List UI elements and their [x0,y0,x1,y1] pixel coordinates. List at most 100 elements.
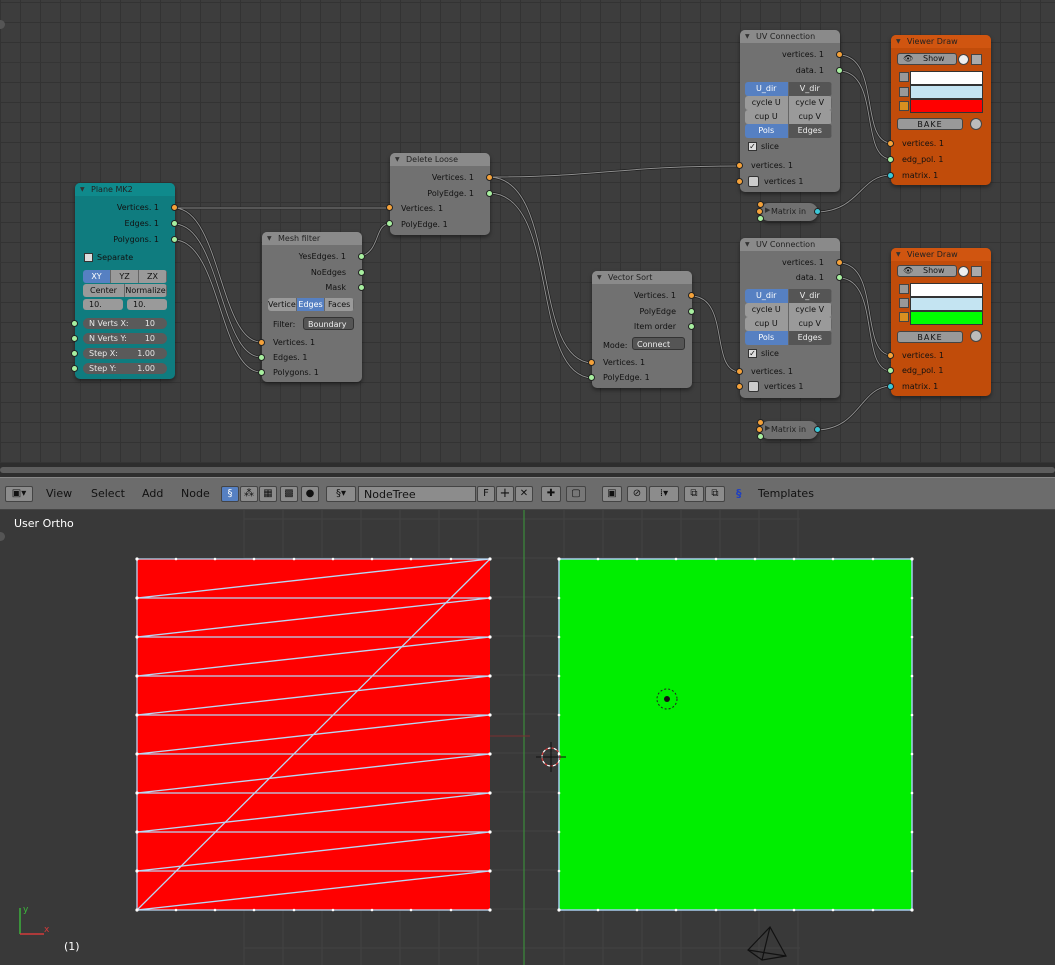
socket-vertices-in[interactable] [736,162,743,169]
axis-zx-button[interactable]: ZX [139,270,167,283]
filter-dropdown[interactable]: Boundary [303,317,354,330]
node-uv-connection-bottom[interactable]: UV Connection vertices. 1 data. 1 U_dir … [736,238,843,398]
polygon-mode-row[interactable]: Pols Edges [745,124,832,138]
show-toggle[interactable]: 👁 Show [897,265,957,277]
node-title[interactable]: Viewer Draw [891,248,991,261]
go-parent-icon[interactable]: ▢ [566,486,586,502]
socket-edgpol-in[interactable] [887,156,894,163]
vertex-color-swatch[interactable] [910,283,983,297]
axis-yz-button[interactable]: YZ [111,270,139,283]
red-mesh[interactable] [135,557,492,912]
node-title[interactable]: Viewer Draw [891,35,991,48]
socket-noedges-out[interactable] [358,269,365,276]
socket-vertices-out[interactable] [486,174,493,181]
axis-selector[interactable]: XY YZ ZX [83,270,167,283]
nodetree-name-field[interactable]: NodeTree [358,486,476,502]
socket-vertices-in[interactable] [386,204,393,211]
socket-item-order-out[interactable] [688,323,695,330]
shader-tree-type-icon[interactable]: ⁂ [240,486,258,502]
backdrop-icon[interactable]: ▣ [602,486,622,502]
socket-stepy-in[interactable] [71,365,78,372]
cycle-v-button[interactable]: cycle V [788,303,832,317]
sverchok-tree-type-icon[interactable]: § [221,486,239,502]
faces-type-button[interactable]: Faces [325,298,354,311]
socket-vertices-out[interactable] [688,292,695,299]
socket-nvertsy-in[interactable] [71,335,78,342]
slice-checkbox[interactable]: ✓ [748,142,757,151]
face-color-swatch[interactable] [910,311,983,325]
socket-mask-out[interactable] [358,284,365,291]
socket-vertices-in[interactable] [258,339,265,346]
vertex-color-swatch[interactable] [910,71,983,85]
uv-dir-row[interactable]: U_dir V_dir [745,82,832,96]
toggle-icon[interactable] [971,266,982,277]
cup-row[interactable]: cup U cup V [745,317,832,331]
node-viewer-draw-top[interactable]: Viewer Draw 👁 Show BAKE vertices. 1 edg_… [887,35,991,185]
socket-polyedge-out[interactable] [486,190,493,197]
edges-button[interactable]: Edges [788,331,832,345]
node-matrix-in-bottom[interactable]: ▶ Matrix in [756,419,821,440]
socket-in-2[interactable] [756,208,763,215]
edges-button[interactable]: Edges [788,124,832,138]
list-icon[interactable] [748,176,759,187]
node-editor[interactable]: Plane MK2 Vertices. 1 Edges. 1 Polygons.… [0,0,1055,463]
socket-data-out[interactable] [836,67,843,74]
node-delete-loose[interactable]: Delete Loose Vertices. 1 PolyEdge. 1 Ver… [386,153,493,235]
socket-vertices-out[interactable] [171,204,178,211]
step-x-field[interactable]: Step X: 1.00 [83,348,167,359]
v-dir-button[interactable]: V_dir [788,82,832,96]
node-plane-mk2[interactable]: Plane MK2 Vertices. 1 Edges. 1 Polygons.… [71,183,178,379]
bake-button[interactable]: BAKE [897,118,963,130]
socket-polyedge-in[interactable] [386,220,393,227]
polygon-mode-row[interactable]: Pols Edges [745,331,832,345]
socket-vertices-in[interactable] [588,359,595,366]
socket-matrix-in[interactable] [887,383,894,390]
menu-select[interactable]: Select [91,486,125,502]
texture-tree-type-icon[interactable]: ▩ [280,486,298,502]
copy-node-icon[interactable]: ⧉ [684,486,704,502]
cup-v-button[interactable]: cup V [788,110,832,124]
socket-vertices-in-2[interactable] [736,178,743,185]
node-vector-sort[interactable]: Vector Sort Vertices. 1 PolyEdge Item or… [588,271,695,388]
node-title[interactable]: Delete Loose [390,153,490,166]
fake-user-button[interactable]: F [477,486,495,502]
cup-u-button[interactable]: cup U [745,317,789,331]
v-dir-button[interactable]: V_dir [788,289,832,303]
node-title[interactable]: Plane MK2 [75,183,175,196]
step-y-field[interactable]: Step Y: 1.00 [83,363,167,374]
socket-stepx-in[interactable] [71,350,78,357]
menu-view[interactable]: View [46,486,72,502]
gear-icon[interactable] [970,118,982,130]
toggle-icon[interactable] [971,54,982,65]
material-tree-type-icon[interactable]: ● [301,486,319,502]
socket-edgpol-in[interactable] [887,367,894,374]
menu-add[interactable]: Add [142,486,163,502]
cycle-row[interactable]: cycle U cycle V [745,303,832,317]
snap-toggle-icon[interactable]: ⊘ [627,486,647,502]
socket-polygons-out[interactable] [171,236,178,243]
n-verts-x-field[interactable]: N Verts X: 10 [83,318,167,329]
mode-dropdown[interactable]: Connect [632,337,685,350]
pin-icon[interactable]: ✚ [541,486,561,502]
slice-checkbox[interactable]: ✓ [748,349,757,358]
socket-vertices-in[interactable] [887,140,894,147]
socket-edges-in[interactable] [258,354,265,361]
node-title[interactable]: Matrix in [771,207,806,216]
axis-xy-button[interactable]: XY [83,270,111,283]
shading-icon[interactable] [958,54,969,65]
socket-polyedge-in[interactable] [588,374,595,381]
editor-type-button[interactable]: ▣▾ [5,486,33,502]
unlink-tree-close-icon[interactable]: ✕ [515,486,533,502]
socket-vertices-out[interactable] [836,51,843,58]
cup-row[interactable]: cup U cup V [745,110,832,124]
shading-icon[interactable] [958,266,969,277]
area-splitter[interactable] [0,463,1055,477]
socket-data-out[interactable] [836,274,843,281]
socket-vertices-in[interactable] [736,368,743,375]
cycle-v-button[interactable]: cycle V [788,96,832,110]
camera-icon[interactable] [747,925,787,961]
face-color-swatch[interactable] [910,99,983,113]
node-title[interactable]: Matrix in [771,425,806,434]
socket-in-3[interactable] [757,433,764,440]
new-tree-plus-icon[interactable]: + [496,486,514,502]
